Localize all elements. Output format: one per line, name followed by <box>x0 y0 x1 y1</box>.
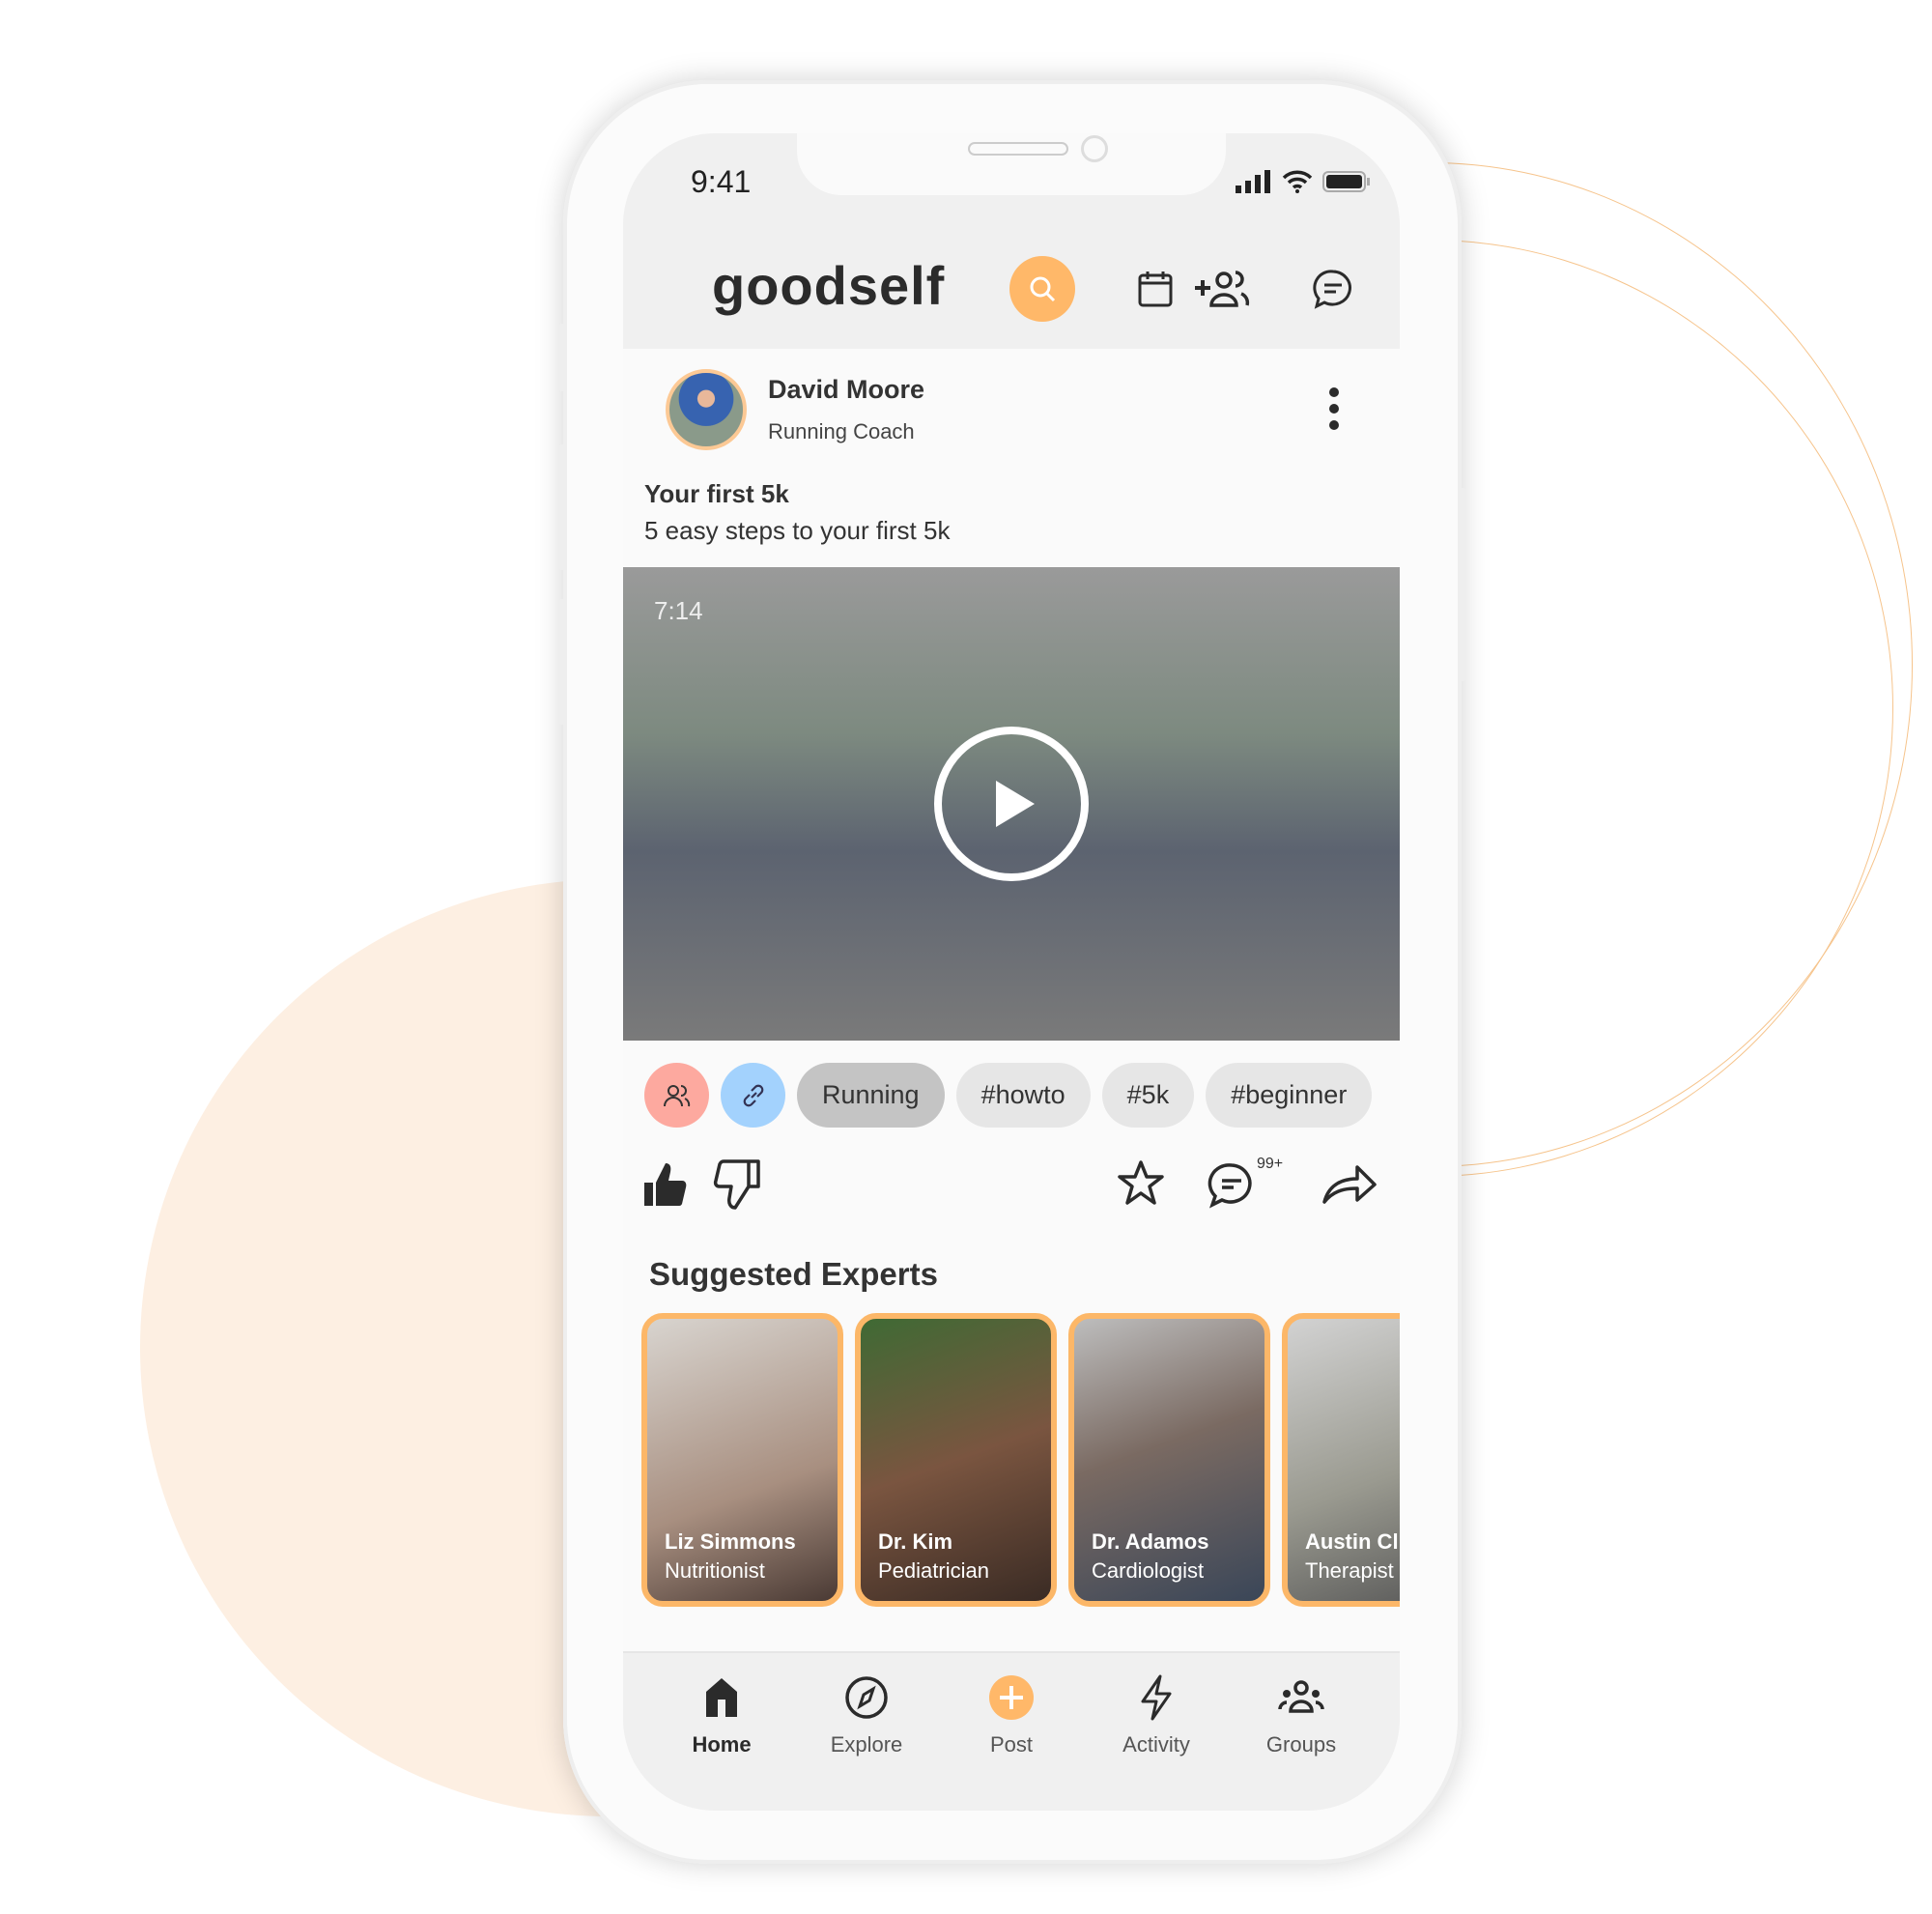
expert-card[interactable]: Liz Simmons Nutritionist <box>641 1313 843 1607</box>
nav-explore[interactable]: Explore <box>804 1672 929 1757</box>
people-icon <box>663 1084 690 1106</box>
nav-label: Activity <box>1122 1732 1190 1757</box>
status-icons <box>1236 170 1371 193</box>
more-options-icon[interactable] <box>1328 386 1340 431</box>
play-button[interactable] <box>934 727 1089 881</box>
groups-icon <box>1278 1680 1324 1713</box>
comment-count: 99+ <box>1257 1156 1284 1172</box>
link-icon <box>743 1084 763 1106</box>
home-icon <box>706 1678 737 1717</box>
compass-icon <box>845 1676 888 1719</box>
app-logo: goodself <box>712 255 946 316</box>
lightning-icon <box>1141 1674 1172 1721</box>
nav-label: Home <box>692 1732 752 1757</box>
expert-name: Austin Cl <box>1305 1529 1399 1554</box>
post-description: 5 easy steps to your first 5k <box>644 516 951 545</box>
tag-howto[interactable]: #howto <box>955 1063 1091 1128</box>
messages-icon[interactable] <box>1311 267 1355 311</box>
bookmark-star-icon[interactable] <box>1116 1157 1166 1212</box>
expert-role: Pediatrician <box>878 1558 989 1583</box>
expert-card[interactable]: Austin Cl Therapist <box>1282 1313 1400 1607</box>
video-duration: 7:14 <box>654 596 703 625</box>
signal-icon <box>1236 170 1270 193</box>
nav-label: Post <box>989 1732 1034 1757</box>
search-icon <box>1030 276 1056 302</box>
expert-role: Nutritionist <box>665 1558 765 1583</box>
phone-notch <box>797 133 1226 195</box>
expert-name: Dr. Adamos <box>1092 1529 1209 1554</box>
copy-link-button[interactable] <box>721 1063 785 1128</box>
post-video[interactable]: 7:14 <box>623 567 1400 1041</box>
expert-role: Therapist <box>1305 1558 1394 1583</box>
add-friends-icon[interactable] <box>1193 267 1255 311</box>
expert-card[interactable]: Dr. Adamos Cardiologist <box>1068 1313 1270 1607</box>
expert-card[interactable]: Dr. Kim Pediatrician <box>855 1313 1057 1607</box>
battery-icon <box>1322 171 1370 192</box>
expert-name: Dr. Kim <box>878 1529 953 1554</box>
author-role: Running Coach <box>768 419 915 443</box>
expert-name: Liz Simmons <box>665 1529 796 1554</box>
nav-label: Groups <box>1265 1732 1337 1757</box>
post-title: Your first 5k <box>644 479 789 508</box>
post-actions <box>623 1157 1400 1215</box>
tag-running[interactable]: Running <box>797 1063 945 1128</box>
status-time: 9:41 <box>691 164 752 199</box>
expert-role: Cardiologist <box>1092 1558 1205 1583</box>
nav-groups[interactable]: Groups <box>1238 1672 1364 1757</box>
thumbs-up-icon[interactable] <box>640 1157 691 1212</box>
section-title: Suggested Experts <box>649 1256 938 1292</box>
add-post-icon <box>989 1675 1034 1720</box>
tag-beginner[interactable]: #beginner <box>1206 1063 1373 1128</box>
experts-carousel: Liz Simmons Nutritionist Dr. Kim Pediatr… <box>641 1313 1400 1607</box>
calendar-icon[interactable] <box>1133 267 1178 311</box>
nav-label: Explore <box>830 1732 903 1757</box>
author-avatar[interactable] <box>666 369 747 450</box>
comment-icon[interactable] <box>1207 1157 1257 1212</box>
bottom-nav: Home Explore Post Activity Groups <box>623 1651 1400 1811</box>
play-icon <box>996 781 1035 827</box>
app-screen: 9:41 goodself David Moore Running Coach … <box>623 133 1400 1811</box>
thumbs-down-icon[interactable] <box>712 1157 762 1212</box>
group-share-button[interactable] <box>644 1063 709 1128</box>
tag-5k[interactable]: #5k <box>1101 1063 1195 1128</box>
author-name[interactable]: David Moore <box>768 375 924 405</box>
nav-post[interactable]: Post <box>949 1672 1074 1757</box>
share-icon[interactable] <box>1321 1157 1378 1212</box>
wifi-icon <box>1282 170 1313 193</box>
nav-activity[interactable]: Activity <box>1094 1672 1219 1757</box>
nav-home[interactable]: Home <box>659 1672 784 1757</box>
search-button[interactable] <box>1009 256 1075 322</box>
tag-row: Running #howto #5k #beginner <box>644 1063 1373 1128</box>
